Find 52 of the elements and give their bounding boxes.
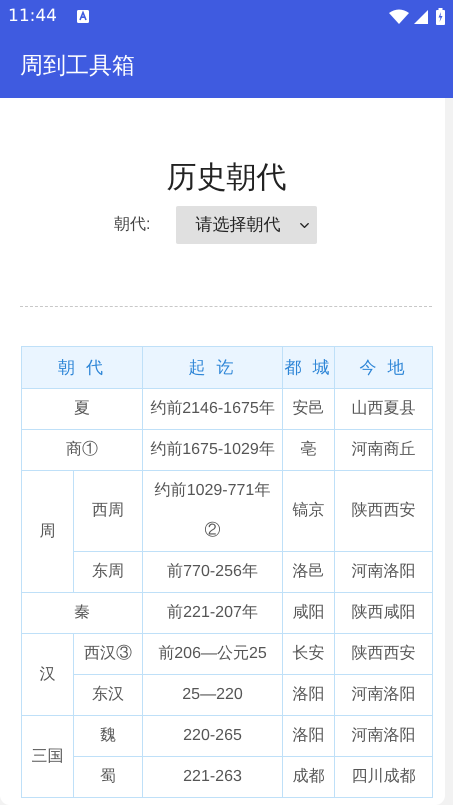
dynasty-name: 周 — [40, 522, 56, 540]
wifi-icon — [389, 9, 409, 24]
sub-dynasty-name: 西周 — [92, 502, 124, 519]
capital-text: 长安 — [292, 645, 325, 662]
period-text: 前221-207年 — [167, 604, 258, 621]
sub-dynasty-name: 东周 — [92, 563, 124, 580]
location-text: 山西夏县 — [352, 400, 416, 417]
capital-text: 安邑 — [292, 400, 325, 417]
sub-dynasty-name: 蜀 — [100, 768, 116, 785]
period-text: 220-265 — [182, 726, 243, 746]
capital-text: 洛阳 — [292, 727, 325, 744]
column-header: 今 地 — [334, 346, 433, 388]
location-text: 河南洛阳 — [352, 727, 416, 744]
period-text: 约前2146-1675年 — [150, 400, 275, 417]
period-text: 约前1675-1029年 — [150, 441, 275, 458]
capital-text: 镐京 — [292, 502, 325, 519]
period-text: 约前1029-771年② — [154, 481, 272, 541]
location-text: 河南商丘 — [352, 441, 416, 458]
capital-text: 亳 — [300, 441, 317, 458]
dynasty-name: 夏 — [74, 400, 90, 417]
sub-dynasty-name: 西汉③ — [84, 645, 132, 662]
dynasty-name: 秦 — [74, 604, 90, 621]
location-text: 河南洛阳 — [352, 563, 416, 580]
period-text: 221-263 — [182, 767, 243, 787]
sub-dynasty-name: 东汉 — [92, 686, 124, 703]
column-header: 都 城 — [282, 346, 335, 388]
capital-text: 成都 — [292, 768, 325, 785]
column-header: 朝 代 — [22, 346, 143, 388]
battery-icon — [436, 8, 445, 25]
app-title: 周到工具箱 — [20, 51, 135, 80]
location-text: 陕西西安 — [352, 502, 416, 519]
location-text: 陕西咸阳 — [352, 604, 416, 621]
dynasty-name: 汉 — [40, 666, 56, 682]
capital-text: 洛邑 — [292, 563, 325, 580]
capital-text: 洛阳 — [292, 686, 325, 703]
location-text: 四川成都 — [352, 768, 416, 785]
location-text: 河南洛阳 — [352, 686, 416, 703]
period-text: 前770-256年 — [166, 562, 259, 582]
dynasty-name: 三国 — [32, 748, 64, 764]
sub-dynasty-name: 魏 — [100, 727, 116, 744]
dynasty-name: 商① — [66, 441, 98, 458]
keyboard-notification-icon — [77, 10, 89, 23]
filter-label: 朝代: — [114, 214, 150, 235]
page-heading: 历史朝代 — [166, 160, 286, 196]
signal-icon — [414, 10, 428, 24]
status-time: 11:44 — [8, 4, 57, 28]
period-text: 前206—公元25 — [157, 644, 268, 664]
capital-text: 咸阳 — [292, 604, 325, 621]
dynasty-select[interactable]: 请选择朝代 — [176, 206, 318, 244]
period-text: 25—220 — [181, 685, 244, 705]
location-text: 陕西西安 — [352, 645, 416, 662]
column-header: 起 讫 — [142, 346, 283, 388]
